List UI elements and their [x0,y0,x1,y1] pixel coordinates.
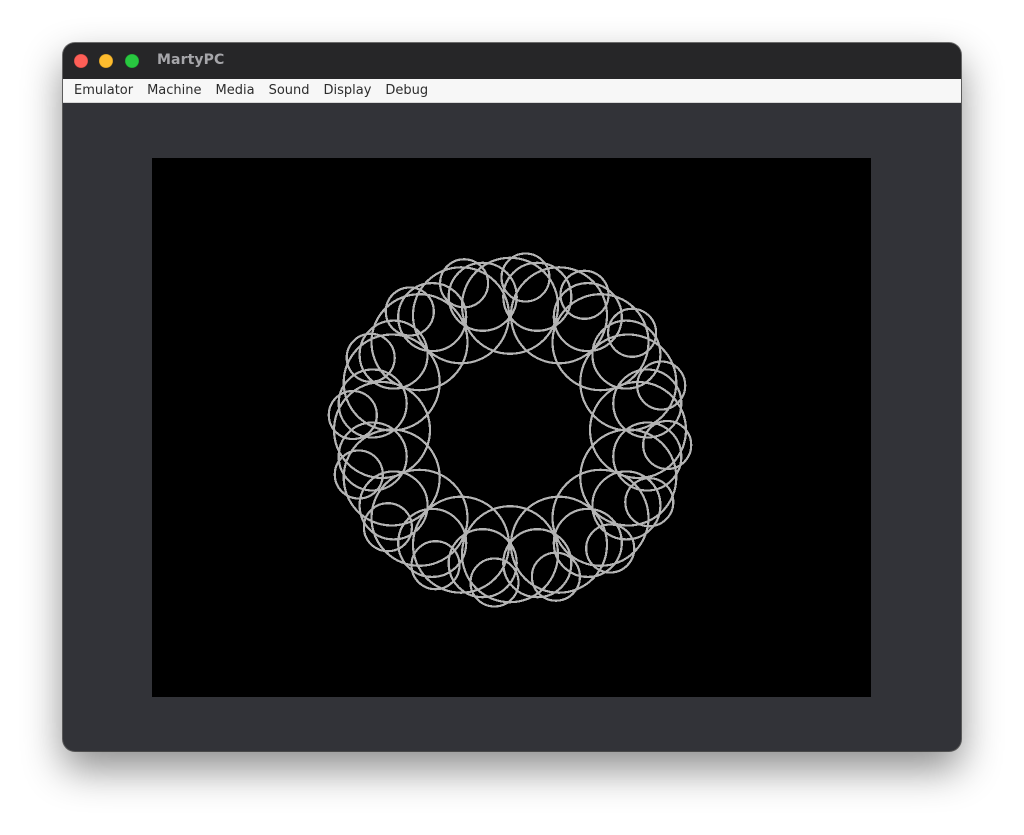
maximize-window-button[interactable] [125,54,139,68]
pattern-circle [607,307,658,358]
title-bar[interactable]: MartyPC [63,43,961,79]
menu-sound[interactable]: Sound [269,79,310,103]
minimize-window-button[interactable] [99,54,113,68]
app-window: MartyPC Emulator Machine Media Sound Dis… [63,43,961,751]
menu-bar: Emulator Machine Media Sound Display Deb… [63,79,961,103]
window-title: MartyPC [157,52,225,68]
pattern-circle [460,256,560,355]
circle-pattern [327,252,693,608]
menu-display[interactable]: Display [324,79,372,103]
menu-emulator[interactable]: Emulator [74,79,133,103]
pattern-circle [358,470,429,541]
pattern-circle [333,449,384,500]
menu-machine[interactable]: Machine [147,79,201,103]
close-window-button[interactable] [74,54,88,68]
menu-debug[interactable]: Debug [385,79,428,103]
pattern-circle [636,360,687,411]
emulator-display[interactable] [152,158,871,697]
menu-media[interactable]: Media [216,79,255,103]
pattern-circle [362,502,413,553]
pattern-circle [460,505,560,604]
pattern-circle [591,319,662,390]
